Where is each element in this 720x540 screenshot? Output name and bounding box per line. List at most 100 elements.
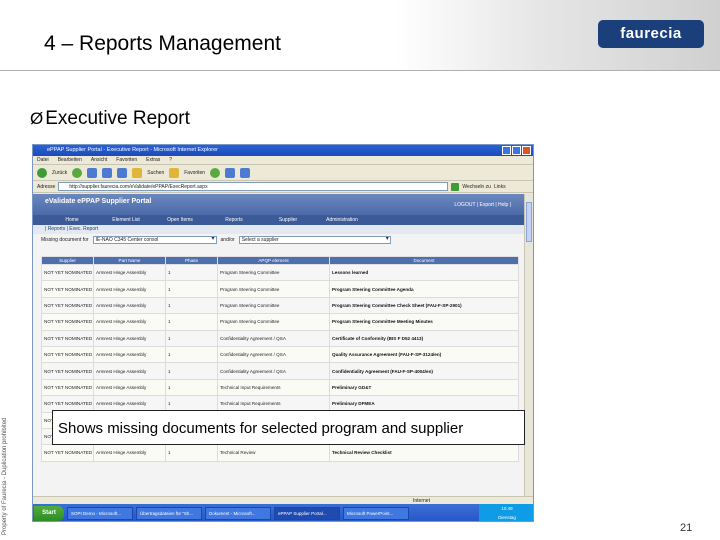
menu-item[interactable]: Favoriten: [116, 156, 137, 164]
table-row[interactable]: NOT YET NOMINATEDArmrest Hinge Assembly1…: [41, 378, 519, 397]
links-button[interactable]: Links: [494, 184, 506, 190]
table-header-row: Supplier Part Name Phase APQP element Do…: [41, 256, 519, 265]
phase-cell: 1: [165, 378, 218, 397]
app-brand: eValidate ePPAP Supplier Portal: [45, 198, 152, 205]
nav-element-list[interactable]: Element List: [99, 215, 153, 225]
table-row[interactable]: NOT YET NOMINATEDArmrest Hinge Assembly1…: [41, 329, 519, 347]
go-arrow-icon[interactable]: [451, 182, 460, 191]
phase-cell: 1: [165, 362, 218, 380]
back-arrow-icon[interactable]: [37, 167, 47, 178]
column-header-phase[interactable]: Phase: [165, 256, 218, 265]
document-cell[interactable]: Program Steering Committee Agenda: [329, 280, 519, 298]
slide-title: 4 – Reports Management: [44, 32, 281, 55]
taskbar-item[interactable]: SOPI Demo - Microsoft...: [67, 507, 133, 520]
menu-item[interactable]: Extras: [146, 156, 160, 164]
document-cell[interactable]: Technical Review Checklist: [329, 444, 519, 462]
nav-administration[interactable]: Administration: [315, 215, 369, 225]
mail-icon[interactable]: [225, 167, 236, 178]
table-row[interactable]: NOT YET NOMINATEDArmrest Hinge Assembly1…: [41, 362, 519, 380]
part-name-cell: Armrest Hinge Assembly: [93, 329, 166, 347]
document-cell[interactable]: Lessons learned: [329, 263, 519, 282]
apqp-element-cell: Program Steering Committee: [217, 263, 330, 282]
part-name-cell: Armrest Hinge Assembly: [93, 296, 166, 315]
supplier-cell: NOT YET NOMINATED: [41, 378, 94, 397]
apqp-element-cell: Confidentiality Agreement / QSA: [217, 329, 330, 347]
table-row[interactable]: NOT YET NOMINATEDArmrest Hinge Assembly1…: [41, 444, 519, 462]
browser-toolbar: Zurück Suchen Favoriten: [33, 165, 533, 181]
nav-reports[interactable]: Reports: [207, 215, 261, 225]
column-header-apqp-element[interactable]: APQP element: [217, 256, 330, 265]
start-button[interactable]: Start: [34, 506, 64, 521]
address-label: Adresse: [37, 183, 56, 190]
supplier-select[interactable]: Select a supplier: [238, 236, 391, 244]
menu-item[interactable]: ?: [169, 156, 172, 164]
supplier-cell: NOT YET NOMINATED: [41, 444, 94, 462]
table-row[interactable]: NOT YET NOMINATEDArmrest Hinge Assembly1…: [41, 313, 519, 331]
program-select[interactable]: IE-NAO C345 Center consol: [92, 236, 217, 244]
document-cell[interactable]: Program Steering Committee Check Sheet (…: [329, 296, 519, 315]
address-input[interactable]: http://supplier.faurecia.com/eValidate/e…: [58, 182, 449, 191]
part-name-cell: Armrest Hinge Assembly: [93, 313, 166, 331]
and-or-label: and/or: [220, 237, 235, 243]
back-label[interactable]: Zurück: [52, 170, 67, 176]
clock-time: 10:49: [501, 506, 513, 511]
document-cell[interactable]: Preliminary GD&T: [329, 378, 519, 397]
table-row[interactable]: NOT YET NOMINATEDArmrest Hinge Assembly1…: [41, 280, 519, 298]
windows-taskbar: Start SOPI Demo - Microsoft... Übertrags…: [33, 504, 533, 521]
vertical-scrollbar[interactable]: [524, 194, 533, 496]
document-cell[interactable]: Quality Assurance Agreement (FAU-F-SP-31…: [329, 345, 519, 364]
nav-home[interactable]: Home: [45, 215, 99, 225]
scrollbar-thumb[interactable]: [526, 202, 532, 242]
stop-icon[interactable]: [87, 167, 98, 178]
refresh-icon[interactable]: [102, 167, 113, 178]
forward-arrow-icon[interactable]: [72, 167, 83, 178]
go-button[interactable]: Wechseln zu: [462, 184, 491, 190]
table-row[interactable]: NOT YET NOMINATEDArmrest Hinge Assembly1…: [41, 296, 519, 315]
supplier-cell: NOT YET NOMINATED: [41, 280, 94, 298]
part-name-cell: Armrest Hinge Assembly: [93, 345, 166, 364]
apqp-element-cell: Confidentiality Agreement / QSA: [217, 362, 330, 380]
page-number: 21: [680, 522, 693, 534]
menu-bar: Datei Bearbeiten Ansicht Favoriten Extra…: [33, 156, 533, 165]
nav-supplier[interactable]: Supplier: [261, 215, 315, 225]
close-icon[interactable]: [522, 146, 531, 155]
taskbar-item[interactable]: Microsoft PowerPoint...: [343, 507, 409, 520]
clock-day: Dienstag: [498, 515, 516, 520]
supplier-cell: NOT YET NOMINATED: [41, 263, 94, 282]
favorites-star-icon[interactable]: [169, 167, 180, 178]
nav-open-items[interactable]: Open Items: [153, 215, 207, 225]
browser-window-screenshot: ePPAP Supplier Portal - Executive Report…: [32, 144, 534, 522]
web-page-content: eValidate ePPAP Supplier Portal LOGOUT |…: [33, 194, 525, 496]
document-cell[interactable]: Certificate of Conformity (BIS F D52 441…: [329, 329, 519, 347]
part-name-cell: Armrest Hinge Assembly: [93, 378, 166, 397]
column-header-supplier[interactable]: Supplier: [41, 256, 94, 265]
column-header-part-name[interactable]: Part Name: [93, 256, 166, 265]
home-icon[interactable]: [117, 167, 128, 178]
print-icon[interactable]: [240, 167, 251, 178]
taskbar-item[interactable]: Übertragsdateien für "Sh...: [136, 507, 202, 520]
phase-cell: 1: [165, 444, 218, 462]
search-label[interactable]: Suchen: [147, 170, 164, 176]
supplier-cell: NOT YET NOMINATED: [41, 329, 94, 347]
history-icon[interactable]: [210, 167, 221, 178]
document-cell[interactable]: Program Steering Committee Meeting Minut…: [329, 313, 519, 331]
table-row[interactable]: NOT YET NOMINATEDArmrest Hinge Assembly1…: [41, 263, 519, 282]
breadcrumb[interactable]: | Reports | Exec. Report: [33, 225, 525, 234]
search-icon[interactable]: [132, 167, 143, 178]
document-cell[interactable]: Confidentiality Agreement (FAU-F-SP-4004…: [329, 362, 519, 380]
phase-cell: 1: [165, 329, 218, 347]
column-header-document[interactable]: Document: [329, 256, 519, 265]
table-row[interactable]: NOT YET NOMINATEDArmrest Hinge Assembly1…: [41, 345, 519, 364]
minimize-icon[interactable]: [502, 146, 511, 155]
menu-item[interactable]: Ansicht: [91, 156, 107, 164]
menu-item[interactable]: Datei: [37, 156, 49, 164]
faurecia-logo: faurecia: [598, 20, 704, 48]
favorites-label[interactable]: Favoriten: [184, 170, 205, 176]
maximize-icon[interactable]: [512, 146, 521, 155]
taskbar-item-active[interactable]: ePPAP Supplier Portal...: [274, 507, 340, 520]
menu-item[interactable]: Bearbeiten: [58, 156, 82, 164]
bullet-arrow-icon: Ø: [30, 109, 44, 128]
system-tray: 10:49 Dienstag: [479, 504, 533, 521]
app-top-links[interactable]: LOGOUT | Export | Help |: [454, 202, 511, 208]
taskbar-item[interactable]: Dokument - Microsoft...: [205, 507, 271, 520]
